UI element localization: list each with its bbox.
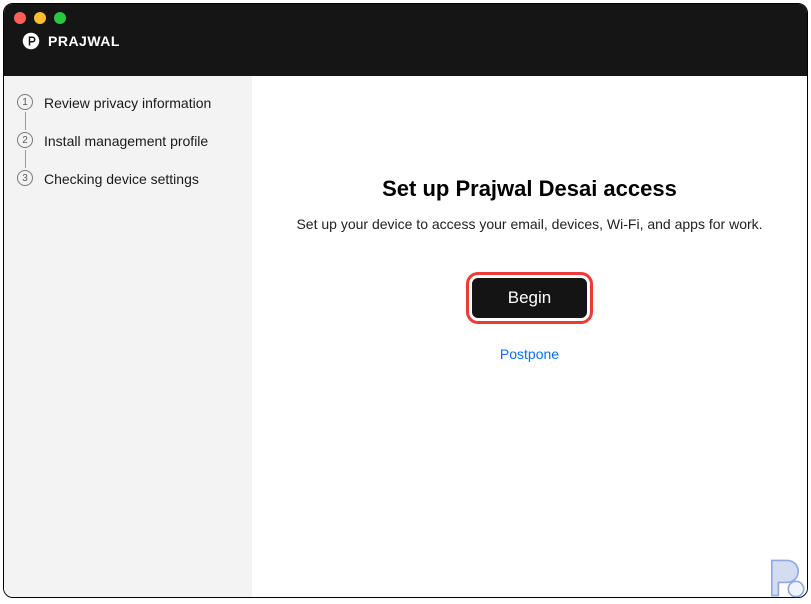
step-label: Review privacy information bbox=[44, 94, 211, 132]
app-window: PRAJWAL 1 Review privacy information 2 bbox=[3, 3, 808, 598]
sidebar: 1 Review privacy information 2 Install m… bbox=[4, 76, 252, 597]
begin-button[interactable]: Begin bbox=[472, 278, 587, 318]
brand: PRAJWAL bbox=[4, 28, 807, 60]
main-panel: Set up Prajwal Desai access Set up your … bbox=[252, 76, 807, 597]
begin-highlight: Begin bbox=[466, 272, 593, 324]
window-controls bbox=[4, 4, 807, 28]
postpone-link[interactable]: Postpone bbox=[500, 346, 559, 362]
step-item-1: 1 Review privacy information bbox=[16, 94, 240, 132]
brand-name: PRAJWAL bbox=[48, 33, 120, 49]
close-window-button[interactable] bbox=[14, 12, 26, 24]
page-subtitle: Set up your device to access your email,… bbox=[296, 216, 762, 232]
maximize-window-button[interactable] bbox=[54, 12, 66, 24]
brand-logo-icon bbox=[22, 32, 40, 50]
titlebar: PRAJWAL bbox=[4, 4, 807, 76]
step-number: 1 bbox=[17, 94, 33, 110]
step-label: Checking device settings bbox=[44, 170, 199, 188]
step-number: 2 bbox=[17, 132, 33, 148]
step-label: Install management profile bbox=[44, 132, 208, 170]
minimize-window-button[interactable] bbox=[34, 12, 46, 24]
step-list: 1 Review privacy information 2 Install m… bbox=[16, 94, 240, 188]
step-item-2: 2 Install management profile bbox=[16, 132, 240, 170]
page-title: Set up Prajwal Desai access bbox=[382, 176, 677, 202]
step-item-3: 3 Checking device settings bbox=[16, 170, 240, 188]
content-body: 1 Review privacy information 2 Install m… bbox=[4, 76, 807, 597]
step-number: 3 bbox=[17, 170, 33, 186]
